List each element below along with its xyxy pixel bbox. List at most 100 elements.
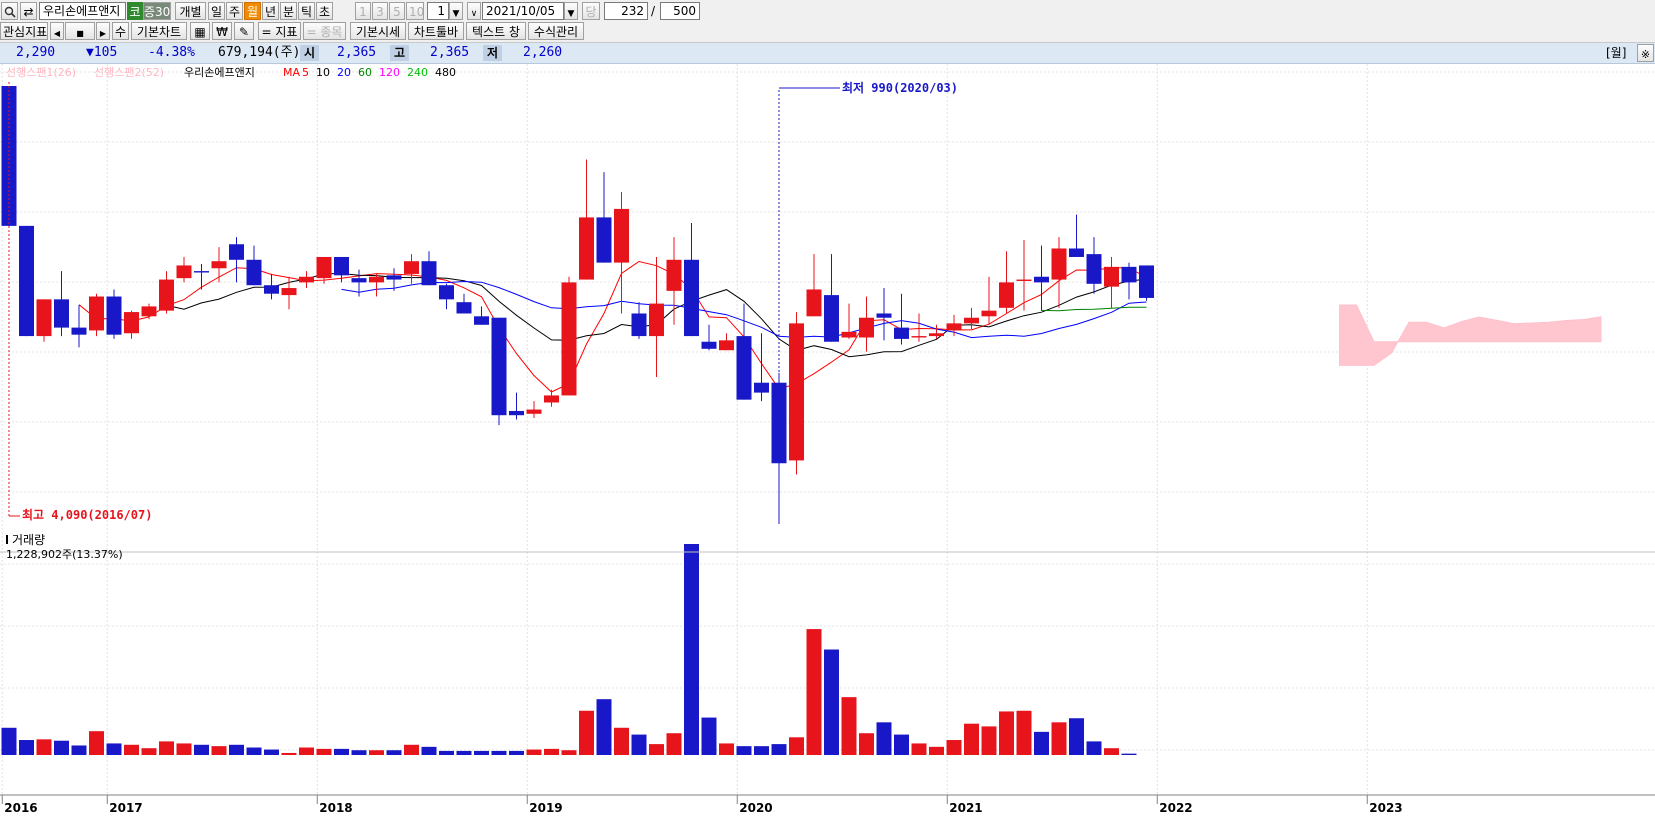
chevron-down-icon: ▼ — [567, 9, 575, 19]
indicator-button[interactable]: = 지표 — [258, 22, 301, 40]
num-1-button[interactable]: 1 — [355, 2, 371, 20]
volume-bar — [211, 746, 227, 755]
item-button[interactable]: = 종목 — [303, 22, 346, 40]
volume-bar — [54, 740, 69, 755]
candle-body — [229, 244, 244, 260]
period-second-button[interactable]: 초 — [316, 2, 333, 20]
candle-body — [141, 306, 157, 317]
volume-bar — [929, 746, 944, 755]
count-total-field[interactable]: 500 — [660, 2, 700, 20]
volume-bar — [701, 717, 717, 755]
candle-body — [544, 395, 559, 403]
candle-body — [736, 336, 752, 400]
candle-body — [894, 327, 909, 339]
open-label: 시 — [300, 45, 320, 61]
volume-bar — [561, 750, 577, 755]
volume-bar — [1, 727, 17, 755]
candle-body — [841, 331, 857, 338]
swap-button[interactable]: ⇄ — [20, 2, 37, 20]
text-window-button[interactable]: 텍스트 창 — [466, 22, 526, 40]
price-change: ▼105 — [86, 45, 118, 60]
formula-manage-button[interactable]: 수식관리 — [528, 22, 584, 40]
su-button[interactable]: 수 — [112, 22, 129, 40]
volume-bar — [1051, 722, 1067, 755]
volume-bar — [544, 748, 559, 755]
volume-bar — [299, 747, 314, 755]
square-icon: ■ — [76, 29, 84, 38]
annotation-high: 최고 4,090(2016/07) — [22, 507, 152, 522]
prev-button[interactable]: ◀ — [50, 22, 64, 40]
volume-bar — [911, 743, 927, 755]
volume-bar — [736, 746, 752, 755]
chart-options-button[interactable]: ※ — [1637, 44, 1654, 62]
legend-ma-period: 240 — [407, 66, 428, 79]
date-field[interactable]: 2021/10/05 — [482, 2, 564, 20]
candle-body — [911, 336, 927, 338]
next-button[interactable]: ▶ — [96, 22, 110, 40]
candle-body — [281, 288, 297, 296]
candle-body — [421, 261, 437, 286]
current-button[interactable]: 당 — [582, 2, 600, 20]
interest-indicator-button[interactable]: 관심지표 — [0, 22, 48, 40]
candle-body — [1086, 254, 1102, 284]
candle-body — [509, 410, 524, 416]
volume-bar — [194, 744, 209, 755]
x-axis-label: 2020 — [739, 801, 772, 815]
x-axis-label: 2016 — [4, 801, 37, 815]
candle-body — [211, 261, 227, 269]
volume-bars — [1, 544, 1137, 755]
stock-name-field[interactable]: 우리손에프앤지 — [39, 2, 126, 20]
period-year-button[interactable]: 년 — [262, 2, 279, 20]
basic-quote-button[interactable]: 기본시세 — [350, 22, 406, 40]
legend-span2: 선행스팬2(52) — [94, 66, 164, 79]
volume-bar — [369, 750, 384, 755]
unit-field[interactable]: 1 — [427, 2, 449, 20]
search-button[interactable] — [1, 2, 18, 20]
volume-bar — [246, 747, 262, 755]
individual-button[interactable]: 개별 — [175, 2, 206, 20]
volume-bar — [19, 740, 34, 755]
period-day-button[interactable]: 일 — [208, 2, 225, 20]
chart-settings-button[interactable]: ▦ — [190, 22, 210, 40]
candle-body — [1139, 265, 1154, 298]
candle-body — [964, 317, 979, 324]
volume-bar — [789, 737, 804, 755]
low-price: 2,260 — [523, 45, 563, 60]
candle-body — [246, 259, 262, 286]
volume-bar — [526, 749, 542, 755]
period-week-button[interactable]: 주 — [226, 2, 243, 20]
volume-bar — [264, 749, 279, 755]
num-3-button[interactable]: 3 — [372, 2, 388, 20]
stop-button[interactable]: ■ — [65, 22, 95, 40]
num-5-button[interactable]: 5 — [389, 2, 405, 20]
basic-chart-button[interactable]: 기본차트 — [131, 22, 187, 40]
volume-bar — [176, 743, 192, 755]
candle-body — [474, 316, 489, 325]
candle-body — [526, 409, 542, 414]
period-month-button[interactable]: 월 — [244, 2, 261, 20]
date-dropdown-left[interactable]: ∨ — [467, 2, 481, 20]
won-button[interactable]: ₩ — [212, 22, 232, 40]
volume-bar — [229, 744, 244, 755]
legend-ma-period: 20 — [337, 66, 351, 79]
low-label: 저 — [483, 45, 503, 61]
period-tick-button[interactable]: 틱 — [298, 2, 315, 20]
num-10-button[interactable]: 10 — [406, 2, 424, 20]
volume-bar — [456, 750, 472, 755]
candle-body — [194, 271, 209, 273]
legend-ma-label: MA — [283, 66, 300, 79]
wrench-icon: ✎ — [238, 25, 250, 39]
tools-button[interactable]: ✎ — [234, 22, 254, 40]
period-minute-button[interactable]: 분 — [280, 2, 297, 20]
volume-bar — [351, 750, 367, 755]
count-field[interactable]: 232 — [604, 2, 648, 20]
unit-dropdown[interactable]: ▼ — [449, 2, 463, 20]
chart-toolbar-button[interactable]: 차트툴바 — [408, 22, 464, 40]
date-dropdown[interactable]: ▼ — [564, 2, 578, 20]
legend-ma-period: 120 — [379, 66, 400, 79]
cloud-fill — [1339, 305, 1602, 366]
volume-bar — [596, 699, 612, 755]
volume-bar — [684, 544, 699, 755]
candle-body — [824, 295, 839, 342]
volume-bar — [981, 726, 997, 755]
